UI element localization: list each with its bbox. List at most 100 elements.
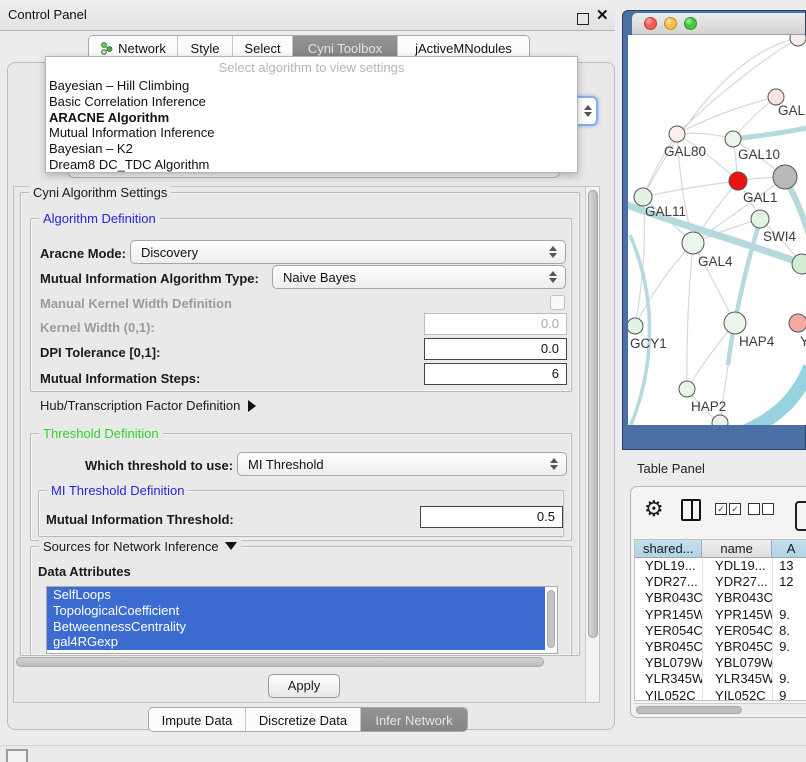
table-cell[interactable]: 9. bbox=[773, 639, 806, 655]
column-header-name[interactable]: name bbox=[702, 540, 771, 558]
scrollbar-thumb[interactable] bbox=[588, 190, 598, 638]
mi-algorithm-type-combo[interactable]: Naive Bayes bbox=[272, 265, 566, 289]
table-cell[interactable]: YBR043C bbox=[635, 590, 703, 606]
table-cell[interactable]: YBL079W bbox=[703, 655, 773, 671]
scrollbar-thumb[interactable] bbox=[636, 706, 742, 714]
which-threshold-combo[interactable]: MI Threshold bbox=[237, 452, 567, 476]
settings-vertical-scrollbar[interactable] bbox=[585, 187, 599, 702]
algorithm-option[interactable]: Bayesian – Hill Climbing bbox=[46, 78, 577, 94]
table-cell[interactable]: 13 bbox=[773, 558, 806, 574]
table-cell[interactable]: 12 bbox=[773, 574, 806, 590]
minimized-panel-icon[interactable] bbox=[6, 749, 28, 762]
network-node-hap2[interactable] bbox=[679, 381, 695, 397]
table-row[interactable]: YLR345WYLR345W9. bbox=[635, 671, 806, 687]
table-row[interactable]: YIL052CYIL052C9 bbox=[635, 688, 806, 702]
table-cell[interactable] bbox=[773, 655, 806, 671]
settings-horizontal-scrollbar[interactable] bbox=[16, 657, 544, 667]
table-cell[interactable]: YDL19... bbox=[635, 558, 703, 574]
table-cell[interactable]: YPR145W bbox=[703, 607, 773, 623]
expand-right-icon[interactable] bbox=[248, 400, 256, 412]
apply-button[interactable]: Apply bbox=[268, 674, 340, 698]
unchecked-checkbox-icon[interactable] bbox=[762, 503, 774, 515]
node-label: HAP2 bbox=[691, 399, 726, 414]
data-attributes-list[interactable]: SelfLoopsTopologicalCoefficientBetweenne… bbox=[46, 586, 558, 654]
table-cell[interactable]: YLR345W bbox=[635, 671, 703, 687]
table-cell[interactable]: 8. bbox=[773, 623, 806, 639]
network-canvas[interactable]: GALGAL80GAL10GAL1GAL11SWI4GAL4GCY1HAP4YH… bbox=[628, 35, 806, 425]
tab-infer-network[interactable]: Infer Network bbox=[361, 708, 467, 732]
table-cell[interactable]: 9. bbox=[773, 671, 806, 687]
manual-kernel-width-checkbox[interactable] bbox=[550, 295, 565, 310]
data-attribute-item[interactable]: gal4RGexp bbox=[47, 634, 545, 650]
table-cell[interactable]: YLR345W bbox=[703, 671, 773, 687]
data-attribute-item[interactable]: SelfLoops bbox=[47, 587, 545, 603]
split-columns-icon[interactable] bbox=[681, 499, 701, 521]
table-cell[interactable]: YDL19... bbox=[703, 558, 773, 574]
tab-discretize-data[interactable]: Discretize Data bbox=[246, 708, 361, 732]
table-row[interactable]: YBR045CYBR045C9. bbox=[635, 639, 806, 655]
network-node-gcy1[interactable] bbox=[628, 318, 643, 334]
network-node[interactable] bbox=[773, 165, 797, 189]
table-cell[interactable]: 9. bbox=[773, 607, 806, 623]
algorithm-option[interactable]: Dream8 DC_TDC Algorithm bbox=[46, 157, 577, 173]
table-cell[interactable]: YDR27... bbox=[703, 574, 773, 590]
kernel-width-field[interactable]: 0.0 bbox=[424, 313, 567, 335]
hub-definition-section[interactable]: Hub/Transcription Factor Definition bbox=[40, 398, 256, 413]
network-window-titlebar[interactable] bbox=[632, 13, 805, 35]
column-header-shared[interactable]: shared... bbox=[635, 540, 702, 558]
network-node-gal1[interactable] bbox=[729, 172, 747, 190]
close-icon[interactable]: ✕ bbox=[596, 6, 609, 24]
algorithm-option[interactable]: Bayesian – K2 bbox=[46, 141, 577, 157]
gear-icon[interactable]: ⚙ bbox=[644, 496, 664, 522]
table-row[interactable]: YDR27...YDR27...12 bbox=[635, 574, 806, 590]
network-node-y[interactable] bbox=[789, 314, 806, 332]
table-row[interactable]: YPR145WYPR145W9. bbox=[635, 607, 806, 623]
table-cell[interactable] bbox=[773, 590, 806, 606]
table-cell[interactable]: YBR045C bbox=[703, 639, 773, 655]
minimize-traffic-light-icon[interactable] bbox=[664, 17, 677, 30]
table-cell[interactable]: YER054C bbox=[703, 623, 773, 639]
network-node-swi4[interactable] bbox=[751, 210, 769, 228]
column-header-a[interactable]: A bbox=[772, 540, 806, 558]
data-attribute-item[interactable]: TopologicalCoefficient bbox=[47, 603, 545, 619]
aracne-mode-combo[interactable]: Discovery bbox=[130, 240, 566, 264]
table-cell[interactable]: YPR145W bbox=[635, 607, 703, 623]
unchecked-checkbox-icon[interactable] bbox=[748, 503, 760, 515]
table-cell[interactable]: YIL052C bbox=[703, 688, 773, 702]
dpi-tolerance-field[interactable]: 0.0 bbox=[424, 338, 567, 360]
zoom-traffic-light-icon[interactable] bbox=[684, 17, 697, 30]
float-window-icon[interactable] bbox=[577, 13, 589, 25]
tab-impute-data[interactable]: Impute Data bbox=[149, 708, 246, 732]
algorithm-option[interactable]: ARACNE Algorithm bbox=[46, 110, 577, 126]
table-cell[interactable]: YBL079W bbox=[635, 655, 703, 671]
close-traffic-light-icon[interactable] bbox=[644, 17, 657, 30]
mi-threshold-field[interactable]: 0.5 bbox=[420, 506, 563, 528]
table-horizontal-scrollbar[interactable] bbox=[634, 703, 806, 715]
table-cell[interactable]: 9 bbox=[773, 688, 806, 702]
network-node[interactable] bbox=[712, 415, 728, 425]
table-cell[interactable]: YBR043C bbox=[703, 590, 773, 606]
network-node-gal80[interactable] bbox=[669, 126, 685, 142]
network-node-gal10[interactable] bbox=[725, 131, 741, 147]
table-row[interactable]: YBR043CYBR043C bbox=[635, 590, 806, 606]
algorithm-option[interactable]: Basic Correlation Inference bbox=[46, 94, 577, 110]
checked-checkbox-icon[interactable]: ✓ bbox=[715, 503, 727, 515]
algorithm-option[interactable]: Mutual Information Inference bbox=[46, 125, 577, 141]
table-row[interactable]: YBL079WYBL079W bbox=[635, 655, 806, 671]
manual-kernel-width-label: Manual Kernel Width Definition bbox=[40, 296, 232, 311]
network-node[interactable] bbox=[790, 35, 806, 46]
network-node-hap4[interactable] bbox=[724, 312, 746, 334]
table-cell[interactable]: YDR27... bbox=[635, 574, 703, 590]
table-row[interactable]: YER054CYER054C8. bbox=[635, 623, 806, 639]
function-icon[interactable] bbox=[795, 501, 806, 531]
data-attribute-item[interactable]: BetweennessCentrality bbox=[47, 619, 545, 635]
network-node-gal4[interactable] bbox=[682, 232, 704, 254]
table-cell[interactable]: YBR045C bbox=[635, 639, 703, 655]
table-cell[interactable]: YIL052C bbox=[635, 688, 703, 702]
table-cell[interactable]: YER054C bbox=[635, 623, 703, 639]
list-scrollbar[interactable] bbox=[547, 590, 555, 648]
mi-steps-field[interactable]: 6 bbox=[424, 363, 567, 385]
checked-checkbox-icon[interactable]: ✓ bbox=[729, 503, 741, 515]
table-row[interactable]: YDL19...YDL19...13 bbox=[635, 558, 806, 574]
collapse-down-icon[interactable] bbox=[225, 542, 237, 550]
